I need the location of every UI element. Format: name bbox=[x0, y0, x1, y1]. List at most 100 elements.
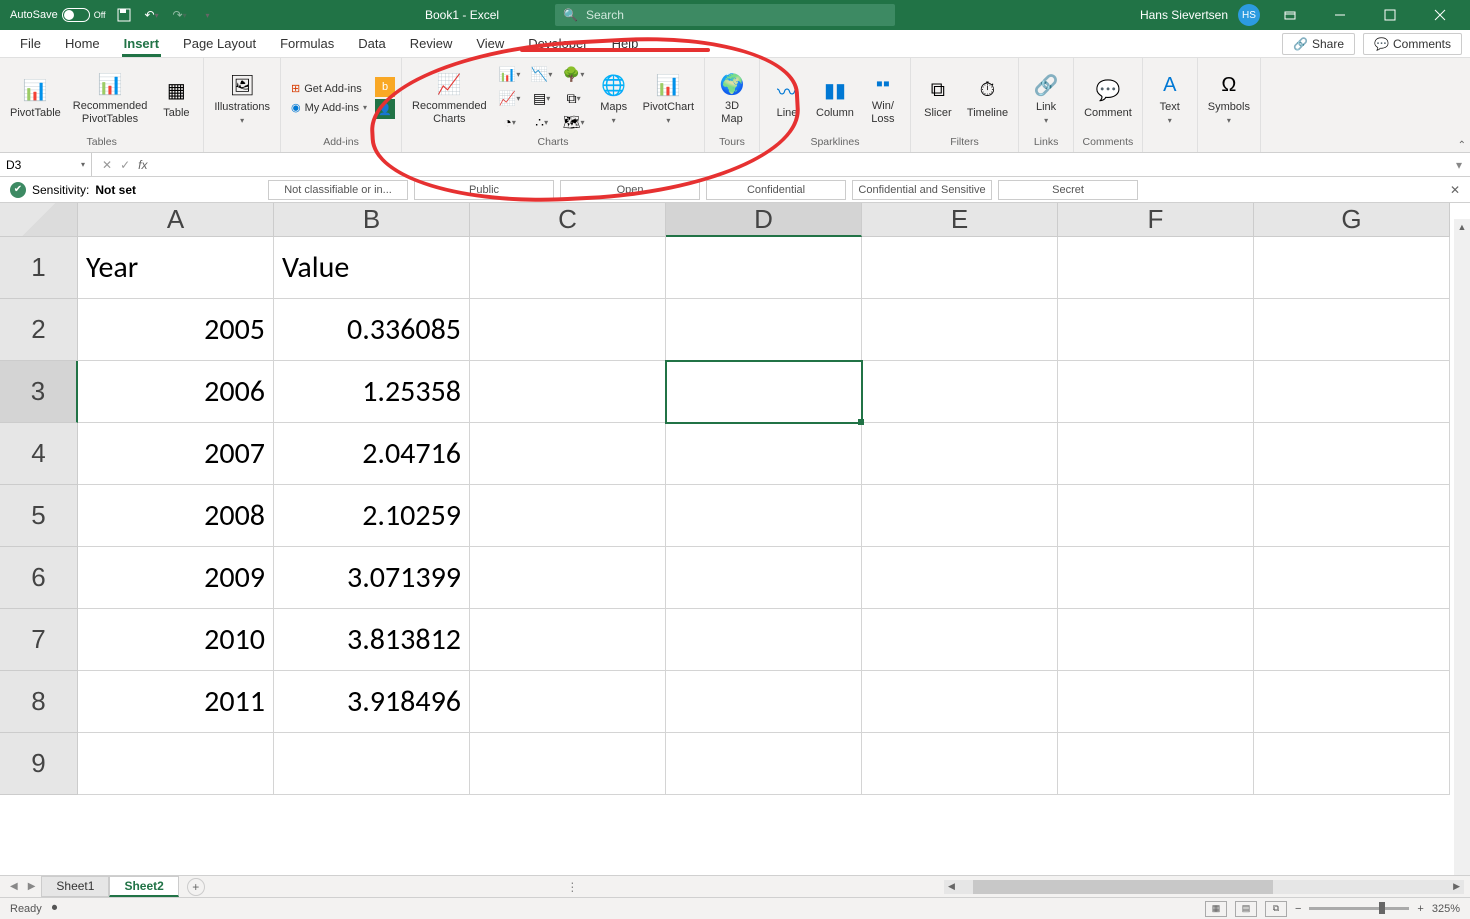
cell-F9[interactable] bbox=[1058, 733, 1254, 795]
sensitivity-option[interactable]: Confidential and Sensitive bbox=[852, 180, 992, 200]
horizontal-scrollbar[interactable]: ◀ ▶ bbox=[944, 880, 1464, 894]
cell-E3[interactable] bbox=[862, 361, 1058, 423]
cell-A5[interactable]: 2008 bbox=[78, 485, 274, 547]
people-graph-button[interactable]: 👤 bbox=[375, 99, 395, 119]
cell-E7[interactable] bbox=[862, 609, 1058, 671]
stat-chart-button[interactable]: 📈▾ bbox=[495, 87, 525, 109]
tab-page-layout[interactable]: Page Layout bbox=[171, 30, 268, 57]
add-sheet-button[interactable]: + bbox=[187, 878, 205, 896]
cell-B5[interactable]: 2.10259 bbox=[274, 485, 470, 547]
page-break-view-button[interactable]: ⧉ bbox=[1265, 901, 1287, 917]
sensitivity-option[interactable]: Not classifiable or in... bbox=[268, 180, 408, 200]
3d-map-button[interactable]: 🌍3D Map bbox=[711, 68, 753, 127]
cell-F8[interactable] bbox=[1058, 671, 1254, 733]
combo-chart-button[interactable]: ⧉▾ bbox=[559, 87, 589, 109]
text-button[interactable]: AText▾ bbox=[1149, 69, 1191, 127]
recommended-charts-button[interactable]: 📈Recommended Charts bbox=[408, 68, 491, 127]
tab-help[interactable]: Help bbox=[600, 30, 651, 57]
cell-C4[interactable] bbox=[470, 423, 666, 485]
pivottable-button[interactable]: 📊PivotTable bbox=[6, 75, 65, 122]
row-header-7[interactable]: 7 bbox=[0, 609, 78, 671]
comments-button[interactable]: 💬Comments bbox=[1363, 33, 1462, 55]
cell-E6[interactable] bbox=[862, 547, 1058, 609]
autosave-toggle[interactable]: AutoSave Off bbox=[10, 8, 106, 22]
cell-D7[interactable] bbox=[666, 609, 862, 671]
cell-B2[interactable]: 0.336085 bbox=[274, 299, 470, 361]
tab-review[interactable]: Review bbox=[398, 30, 465, 57]
cell-C1[interactable] bbox=[470, 237, 666, 299]
cell-B6[interactable]: 3.071399 bbox=[274, 547, 470, 609]
collapse-ribbon-button[interactable]: ⌃ bbox=[1458, 140, 1466, 151]
redo-button[interactable]: ↷ ▾ bbox=[170, 5, 190, 25]
row-header-2[interactable]: 2 bbox=[0, 299, 78, 361]
tab-insert[interactable]: Insert bbox=[112, 30, 171, 57]
sensitivity-option[interactable]: Open bbox=[560, 180, 700, 200]
link-button[interactable]: 🔗Link▾ bbox=[1025, 69, 1067, 127]
sparkline-winloss-button[interactable]: ▪▪Win/ Loss bbox=[862, 68, 904, 127]
ribbon-display-button[interactable] bbox=[1270, 0, 1310, 30]
pie-chart-button[interactable]: ◔▾ bbox=[495, 111, 525, 133]
cell-A8[interactable]: 2011 bbox=[78, 671, 274, 733]
cell-E1[interactable] bbox=[862, 237, 1058, 299]
cell-G4[interactable] bbox=[1254, 423, 1450, 485]
tab-home[interactable]: Home bbox=[53, 30, 112, 57]
cell-C3[interactable] bbox=[470, 361, 666, 423]
name-box[interactable]: D3▾ bbox=[0, 153, 92, 176]
cell-F3[interactable] bbox=[1058, 361, 1254, 423]
cell-A2[interactable]: 2005 bbox=[78, 299, 274, 361]
cell-D1[interactable] bbox=[666, 237, 862, 299]
fx-button[interactable]: fx bbox=[138, 158, 147, 172]
close-sensitivity-button[interactable]: ✕ bbox=[1450, 183, 1460, 197]
line-chart-button[interactable]: 📉▾ bbox=[527, 63, 557, 85]
cell-C6[interactable] bbox=[470, 547, 666, 609]
table-button[interactable]: ▦Table bbox=[155, 75, 197, 122]
symbols-button[interactable]: ΩSymbols▾ bbox=[1204, 69, 1254, 127]
cell-F6[interactable] bbox=[1058, 547, 1254, 609]
scroll-right-button[interactable]: ▶ bbox=[1449, 881, 1464, 892]
column-header-C[interactable]: C bbox=[470, 203, 666, 237]
search-box[interactable]: 🔍 Search bbox=[555, 4, 895, 26]
cell-A3[interactable]: 2006 bbox=[78, 361, 274, 423]
tab-formulas[interactable]: Formulas bbox=[268, 30, 346, 57]
sheet-nav-next[interactable]: ▶ bbox=[24, 881, 40, 892]
cell-D8[interactable] bbox=[666, 671, 862, 733]
cell-C8[interactable] bbox=[470, 671, 666, 733]
cell-A4[interactable]: 2007 bbox=[78, 423, 274, 485]
row-header-5[interactable]: 5 bbox=[0, 485, 78, 547]
cell-D4[interactable] bbox=[666, 423, 862, 485]
column-header-D[interactable]: D bbox=[666, 203, 862, 237]
cell-B8[interactable]: 3.918496 bbox=[274, 671, 470, 733]
cell-B3[interactable]: 1.25358 bbox=[274, 361, 470, 423]
sheet-tab-sheet1[interactable]: Sheet1 bbox=[41, 876, 109, 897]
cell-D2[interactable] bbox=[666, 299, 862, 361]
cell-D9[interactable] bbox=[666, 733, 862, 795]
cell-F7[interactable] bbox=[1058, 609, 1254, 671]
minimize-button[interactable] bbox=[1320, 0, 1360, 30]
maps-button[interactable]: 🌐Maps▾ bbox=[593, 69, 635, 127]
zoom-label[interactable]: 325% bbox=[1432, 903, 1460, 915]
my-addins-button[interactable]: ◉My Add-ins▾ bbox=[287, 99, 371, 116]
cell-C5[interactable] bbox=[470, 485, 666, 547]
cell-C7[interactable] bbox=[470, 609, 666, 671]
scrollbar-thumb[interactable] bbox=[973, 880, 1273, 894]
cell-A7[interactable]: 2010 bbox=[78, 609, 274, 671]
scatter-chart-button[interactable]: ∴▾ bbox=[527, 111, 557, 133]
illustrations-button[interactable]: 🖼Illustrations▾ bbox=[210, 69, 274, 127]
row-header-4[interactable]: 4 bbox=[0, 423, 78, 485]
cell-B7[interactable]: 3.813812 bbox=[274, 609, 470, 671]
cancel-formula-button[interactable]: ✕ bbox=[102, 158, 112, 172]
cell-E4[interactable] bbox=[862, 423, 1058, 485]
select-all-button[interactable] bbox=[0, 203, 78, 237]
column-header-F[interactable]: F bbox=[1058, 203, 1254, 237]
scroll-left-button[interactable]: ◀ bbox=[944, 881, 959, 892]
recommended-pivottables-button[interactable]: 📊Recommended PivotTables bbox=[69, 68, 152, 127]
cell-A9[interactable] bbox=[78, 733, 274, 795]
sensitivity-option[interactable]: Public bbox=[414, 180, 554, 200]
cell-G3[interactable] bbox=[1254, 361, 1450, 423]
cells-area[interactable]: YearValue20050.33608520061.2535820072.04… bbox=[78, 237, 1450, 795]
pivotchart-button[interactable]: 📊PivotChart▾ bbox=[639, 69, 698, 127]
sheet-nav-prev[interactable]: ◀ bbox=[6, 881, 22, 892]
cell-A1[interactable]: Year bbox=[78, 237, 274, 299]
slicer-button[interactable]: ⧉Slicer bbox=[917, 75, 959, 122]
column-header-G[interactable]: G bbox=[1254, 203, 1450, 237]
